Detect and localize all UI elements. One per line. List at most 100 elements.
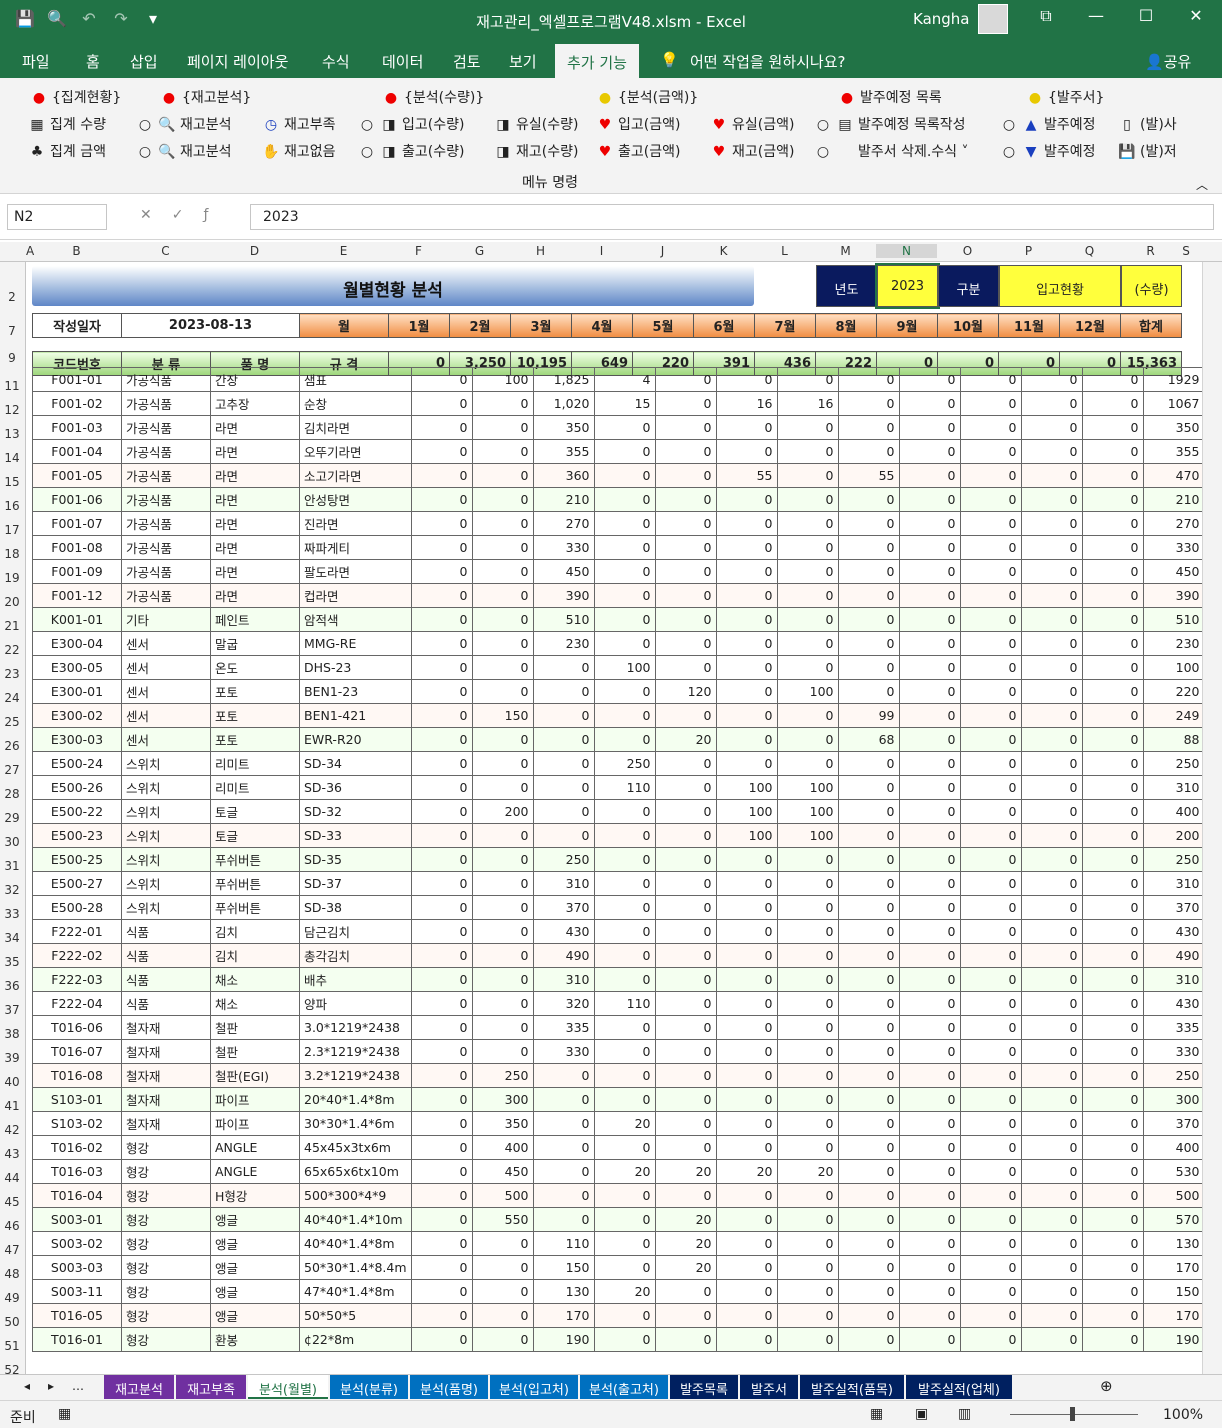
value-cell[interactable]: 0 (898, 799, 961, 824)
value-cell[interactable]: 250 (471, 1063, 534, 1088)
value-cell[interactable]: 0 (898, 823, 961, 848)
item-cell[interactable]: 철판 (210, 1015, 300, 1040)
value-cell[interactable]: 0 (959, 1183, 1022, 1208)
value-cell[interactable]: 20 (654, 1159, 717, 1184)
value-cell[interactable]: 335 (532, 1015, 595, 1040)
value-cell[interactable]: 0 (1020, 1327, 1083, 1352)
value-cell[interactable]: 0 (837, 679, 900, 704)
code-cell[interactable]: F001-02 (32, 391, 122, 416)
value-cell[interactable]: 0 (898, 967, 961, 992)
value-cell[interactable]: 110 (593, 775, 656, 800)
value-cell[interactable]: 400 (471, 1135, 534, 1160)
value-cell[interactable]: 0 (410, 871, 473, 896)
value-cell[interactable]: 0 (593, 847, 656, 872)
code-cell[interactable]: E300-01 (32, 679, 122, 704)
value-cell[interactable]: 0 (837, 1159, 900, 1184)
value-cell[interactable]: 0 (898, 631, 961, 656)
value-cell[interactable]: 0 (1081, 727, 1144, 752)
category-cell[interactable]: 스위치 (121, 871, 211, 896)
value-cell[interactable]: 0 (776, 1183, 839, 1208)
value-cell[interactable]: 0 (1081, 1015, 1144, 1040)
item-cell[interactable]: 포토 (210, 703, 300, 728)
value-cell[interactable]: 0 (837, 1087, 900, 1112)
value-cell[interactable]: 0 (1081, 583, 1144, 608)
share-button[interactable]: 👤공유 (1145, 51, 1191, 72)
value-cell[interactable]: 0 (837, 1231, 900, 1256)
value-cell[interactable]: 0 (715, 895, 778, 920)
value-cell[interactable]: 0 (532, 1135, 595, 1160)
spec-cell[interactable]: 오뚜기라면 (299, 439, 412, 464)
value-cell[interactable]: 355 (532, 439, 595, 464)
value-cell[interactable]: 0 (959, 1039, 1022, 1064)
value-cell[interactable]: 570 (1142, 1207, 1205, 1232)
code-cell[interactable]: E300-05 (32, 655, 122, 680)
value-cell[interactable]: 100 (1142, 655, 1205, 680)
value-cell[interactable]: 0 (471, 439, 534, 464)
value-cell[interactable]: 0 (471, 943, 534, 968)
item-cell[interactable]: 파이프 (210, 1087, 300, 1112)
value-cell[interactable]: 0 (959, 1135, 1022, 1160)
value-cell[interactable]: 0 (471, 655, 534, 680)
print-preview-icon[interactable]: 🔍 (46, 9, 68, 28)
item-cell[interactable]: 포토 (210, 679, 300, 704)
row-header-12[interactable]: 12 (0, 403, 24, 417)
value-cell[interactable]: 0 (593, 607, 656, 632)
sheet-tab[interactable]: 분석(월별) (248, 1375, 328, 1399)
macro-record-icon[interactable]: ▦ (58, 1406, 71, 1422)
value-cell[interactable]: 0 (959, 919, 1022, 944)
value-cell[interactable]: 0 (1081, 847, 1144, 872)
spec-cell[interactable]: SD-35 (299, 847, 412, 872)
value-cell[interactable]: 0 (410, 511, 473, 536)
value-cell[interactable]: 0 (959, 1327, 1022, 1352)
value-cell[interactable]: 1,020 (532, 391, 595, 416)
column-header-f[interactable]: F (388, 244, 449, 258)
tab-view[interactable]: 보기 (509, 51, 537, 72)
zoom-thumb[interactable] (1070, 1407, 1075, 1421)
tab-file[interactable]: 파일 (22, 51, 50, 72)
value-cell[interactable]: 0 (837, 991, 900, 1016)
value-cell[interactable]: 0 (471, 631, 534, 656)
sheet-tab[interactable]: 재고부족 (176, 1375, 246, 1399)
sheet-tab[interactable]: 발주목록 (670, 1375, 738, 1399)
value-cell[interactable]: 0 (471, 919, 534, 944)
btn-stock-amount[interactable]: ♥ 재고(금액) (710, 141, 795, 161)
value-cell[interactable]: 330 (1142, 1039, 1205, 1064)
value-cell[interactable]: 0 (837, 1039, 900, 1064)
code-cell[interactable]: E300-02 (32, 703, 122, 728)
year-cell[interactable]: 2023 (875, 263, 940, 309)
value-cell[interactable]: 0 (471, 463, 534, 488)
value-cell[interactable]: 0 (776, 367, 839, 392)
category-cell[interactable]: 센서 (121, 679, 211, 704)
value-cell[interactable]: 0 (593, 535, 656, 560)
code-cell[interactable]: E500-25 (32, 847, 122, 872)
item-cell[interactable]: 토글 (210, 799, 300, 824)
item-cell[interactable]: 김치 (210, 943, 300, 968)
value-cell[interactable]: 0 (471, 1231, 534, 1256)
value-cell[interactable]: 0 (471, 775, 534, 800)
value-cell[interactable]: 0 (410, 895, 473, 920)
item-cell[interactable]: ANGLE (210, 1159, 300, 1184)
value-cell[interactable]: 0 (776, 1279, 839, 1304)
btn-sum-qty[interactable]: ▦ 집계 수량 (28, 114, 106, 134)
value-cell[interactable]: 55 (715, 463, 778, 488)
value-cell[interactable]: 0 (410, 823, 473, 848)
value-cell[interactable]: 0 (410, 751, 473, 776)
value-cell[interactable]: 0 (959, 631, 1022, 656)
value-cell[interactable]: 0 (410, 1135, 473, 1160)
row-header-31[interactable]: 31 (0, 859, 24, 873)
value-cell[interactable]: 0 (837, 655, 900, 680)
value-cell[interactable]: 0 (1081, 895, 1144, 920)
value-cell[interactable]: 0 (654, 1015, 717, 1040)
row-header-50[interactable]: 50 (0, 1315, 24, 1329)
value-cell[interactable]: 0 (959, 559, 1022, 584)
value-cell[interactable]: 230 (1142, 631, 1205, 656)
btn-stock-analysis-1[interactable]: ○ 🔍 재고분석 (136, 114, 232, 134)
row-header-7[interactable]: 7 (0, 324, 24, 338)
value-cell[interactable]: 0 (715, 1327, 778, 1352)
value-cell[interactable]: 0 (776, 1231, 839, 1256)
value-cell[interactable]: 0 (1081, 967, 1144, 992)
value-cell[interactable]: 0 (1081, 415, 1144, 440)
value-cell[interactable]: 0 (593, 1303, 656, 1328)
value-cell[interactable]: 0 (715, 703, 778, 728)
value-cell[interactable]: 0 (715, 847, 778, 872)
